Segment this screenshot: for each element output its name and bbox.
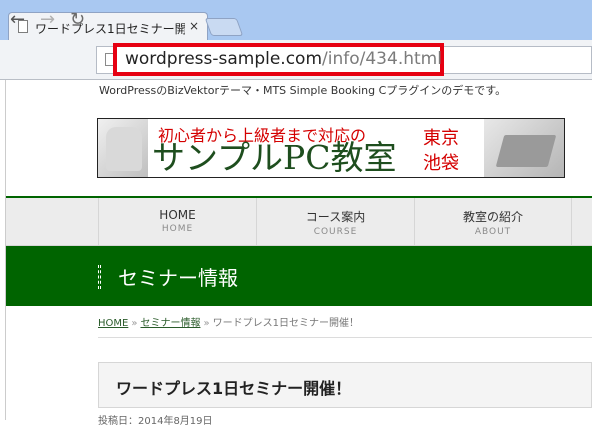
site-description: WordPressのBizVektorテーマ・MTS Simple Bookin…	[99, 84, 507, 97]
nav-item-sublabel: COURSE	[313, 227, 358, 237]
nav-item-sublabel: HOME	[161, 224, 194, 234]
breadcrumb-home-link[interactable]: HOME	[98, 318, 128, 329]
breadcrumb-separator: »	[131, 318, 138, 329]
content-divider	[98, 337, 592, 338]
reload-icon[interactable]: ↻	[70, 9, 85, 30]
back-arrow-icon[interactable]: ←	[10, 9, 25, 30]
banner-location-line1: 東京	[423, 128, 459, 149]
nav-item-about[interactable]: 教室の紹介 ABOUT	[414, 198, 572, 246]
post-title: ワードプレス1日セミナー開催！	[116, 379, 352, 398]
url-path: /info/434.html	[322, 49, 442, 69]
page-title: セミナー情報	[118, 266, 238, 290]
breadcrumb: HOME» セミナー情報» ワードプレス1日セミナー開催！	[98, 314, 359, 329]
title-marker	[98, 265, 101, 289]
nav-item-label: HOME	[159, 208, 196, 222]
banner-main-title: サンプルPC教室	[152, 138, 397, 177]
close-icon[interactable]: ×	[189, 19, 199, 33]
url-domain: wordpress-sample.com	[125, 49, 323, 69]
new-tab-button[interactable]	[204, 18, 244, 36]
page-title-band	[6, 246, 592, 306]
breadcrumb-category-link[interactable]: セミナー情報	[140, 318, 200, 329]
forward-arrow-icon[interactable]: →	[40, 9, 55, 30]
browser-tab[interactable]: ワードプレス1日セミナー開催 ×	[8, 12, 208, 40]
site-banner[interactable]: 初心者から上級者まで対応の サンプルPC教室 東京 池袋	[97, 118, 565, 178]
nav-item-label: 教室の紹介	[462, 210, 523, 224]
url-text[interactable]: wordpress-sample.com/info/434.html	[125, 49, 442, 69]
breadcrumb-separator: »	[203, 318, 210, 329]
tab-title: ワードプレス1日セミナー開催	[35, 22, 185, 36]
breadcrumb-current: ワードプレス1日セミナー開催！	[212, 318, 359, 329]
laptop-image-icon	[495, 135, 557, 167]
banner-location-line2: 池袋	[423, 153, 459, 174]
nav-item-home[interactable]: HOME HOME	[98, 198, 256, 246]
nav-item-course[interactable]: コース案内 COURSE	[256, 198, 414, 246]
nav-item-label: コース案内	[305, 210, 366, 224]
nav-item-sublabel: ABOUT	[474, 227, 512, 237]
hands-image-icon	[106, 127, 142, 171]
